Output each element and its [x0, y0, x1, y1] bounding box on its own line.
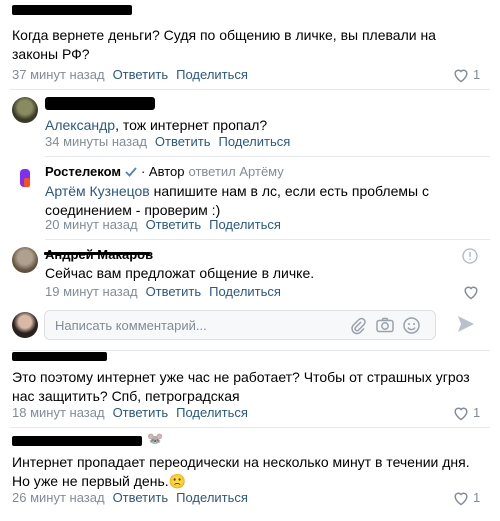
- like-count: 1: [473, 67, 481, 82]
- camera-icon[interactable]: [376, 317, 394, 333]
- comment-time[interactable]: 19 минут назад: [45, 284, 138, 299]
- like-heart-icon[interactable]: [452, 490, 470, 506]
- share-button[interactable]: Поделиться: [209, 284, 281, 299]
- comment-meta: 34 минуты назад Ответить Поделиться: [45, 134, 290, 149]
- comment-time[interactable]: 20 минут назад: [45, 217, 138, 232]
- user-avatar: [12, 312, 38, 338]
- comment-meta: 20 минут назад Ответить Поделиться: [45, 217, 281, 232]
- comment-text: Это поэтому интернет уже час не работает…: [12, 369, 470, 404]
- sad-face-emoji: 🙁: [168, 473, 187, 489]
- share-button[interactable]: Поделиться: [209, 217, 281, 232]
- redacted-author-name: [12, 5, 132, 15]
- info-circle-icon[interactable]: [462, 248, 478, 264]
- divider: [45, 156, 490, 157]
- mention-link[interactable]: Александр: [45, 117, 115, 133]
- comment-text: Сейчас вам предложат общение в личке.: [45, 265, 315, 281]
- divider: [10, 427, 490, 428]
- divider: [10, 350, 490, 351]
- like-heart-icon[interactable]: [452, 67, 470, 83]
- comment-time[interactable]: 34 минуты назад: [45, 134, 147, 149]
- avatar[interactable]: [12, 247, 38, 273]
- comment-meta: 18 минут назад Ответить Поделиться: [12, 405, 248, 420]
- comment-meta: 19 минут назад Ответить Поделиться: [45, 284, 281, 299]
- avatar[interactable]: [12, 97, 38, 123]
- share-button[interactable]: Поделиться: [176, 67, 248, 82]
- like-count: 1: [473, 490, 481, 505]
- emoji-smile-icon[interactable]: [403, 317, 420, 334]
- mention-link[interactable]: Артём Кузнецов: [45, 183, 150, 199]
- share-button[interactable]: Поделиться: [176, 490, 248, 505]
- comments-section: Когда вернете деньги? Судя по общению в …: [0, 0, 500, 521]
- redacted-author-name: [45, 97, 155, 110]
- comment-compose-box[interactable]: [44, 310, 436, 340]
- comment-input[interactable]: [55, 318, 345, 333]
- reply-button[interactable]: Ответить: [113, 405, 169, 420]
- comment-text: Александр, тож интернет пропал?: [45, 117, 268, 133]
- comment: Когда вернете деньги? Судя по общению в …: [12, 26, 470, 64]
- divider: [45, 239, 490, 240]
- comment-time[interactable]: 37 минут назад: [12, 67, 105, 82]
- replied-to[interactable]: ответил Артёму: [189, 164, 284, 179]
- reply-button[interactable]: Ответить: [146, 217, 202, 232]
- comment-text: Интернет пропадает переодически на неско…: [12, 454, 470, 489]
- reply-button[interactable]: Ответить: [146, 284, 202, 299]
- redacted-author-name: [12, 352, 107, 361]
- comment-meta: 37 минут назад Ответить Поделиться: [12, 67, 248, 82]
- like-heart-icon[interactable]: [462, 284, 480, 300]
- share-button[interactable]: Поделиться: [176, 405, 248, 420]
- divider: [10, 89, 490, 90]
- paperclip-icon[interactable]: [350, 317, 366, 335]
- comment-text: Когда вернете деньги? Судя по общению в …: [12, 27, 436, 62]
- emoji-badge-icon: 🐭: [147, 431, 164, 446]
- reply-button[interactable]: Ответить: [155, 134, 211, 149]
- comment-time[interactable]: 18 минут назад: [12, 405, 105, 420]
- author-badge: · Автор: [140, 164, 185, 179]
- comment-meta: 26 минут назад Ответить Поделиться: [12, 490, 248, 505]
- share-button[interactable]: Поделиться: [218, 134, 290, 149]
- like-heart-icon[interactable]: [452, 405, 470, 421]
- comment-header: Ростелеком · Автор ответил Артёму: [45, 164, 284, 179]
- redacted-author-name: [12, 436, 142, 446]
- reply-button[interactable]: Ответить: [113, 67, 169, 82]
- author-name[interactable]: Ростелеком: [45, 164, 121, 179]
- comment-time[interactable]: 26 минут назад: [12, 490, 105, 505]
- verified-check-icon: [125, 166, 137, 177]
- send-arrow-icon[interactable]: [456, 314, 476, 334]
- like-count: 1: [473, 405, 481, 420]
- rostelecom-logo-icon[interactable]: [12, 165, 38, 191]
- comment-text: Артём Кузнецов напишите нам в лс, если е…: [45, 183, 429, 218]
- scribble-strike: [44, 252, 150, 255]
- reply-button[interactable]: Ответить: [113, 490, 169, 505]
